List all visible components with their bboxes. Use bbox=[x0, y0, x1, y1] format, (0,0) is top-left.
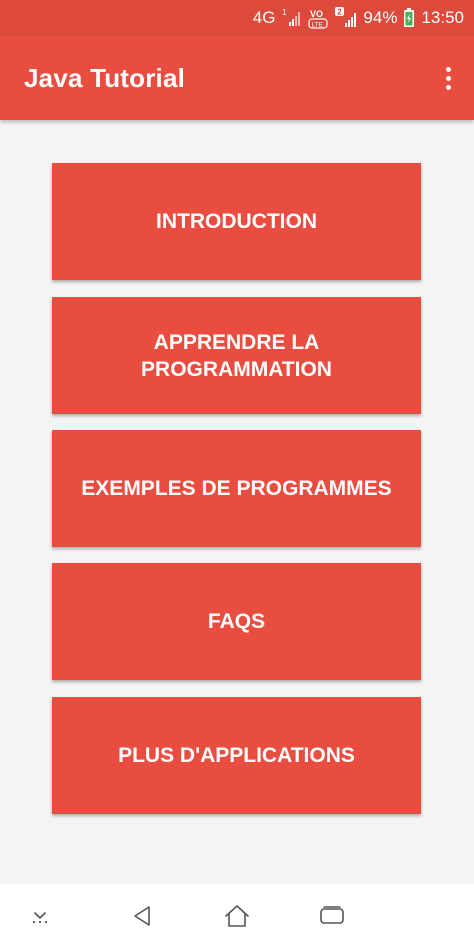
hide-nav-icon[interactable] bbox=[22, 898, 58, 934]
more-apps-button[interactable]: PLUS D'APPLICATIONS bbox=[52, 697, 421, 814]
recents-icon[interactable] bbox=[314, 898, 350, 934]
program-examples-button[interactable]: EXEMPLES DE PROGRAMMES bbox=[52, 430, 421, 547]
svg-text:LTE: LTE bbox=[312, 22, 324, 29]
sim1-label: 1 bbox=[282, 8, 287, 17]
system-nav-bar bbox=[0, 884, 474, 948]
network-type: 4G bbox=[252, 8, 276, 27]
faqs-button[interactable]: FAQS bbox=[52, 563, 421, 680]
sim2-label: 2 bbox=[338, 8, 343, 17]
status-icons: 4G 1 VO LTE 2 94% 13:50 bbox=[253, 0, 464, 36]
battery-percent: 94% bbox=[363, 8, 398, 27]
battery-charging-icon bbox=[403, 8, 415, 28]
introduction-button[interactable]: INTRODUCTION bbox=[52, 163, 421, 280]
signal-sim1-icon: 1 bbox=[281, 8, 301, 28]
volte-icon: VO LTE bbox=[307, 6, 329, 30]
svg-text:VO: VO bbox=[310, 9, 323, 19]
signal-sim2-icon: 2 bbox=[335, 7, 357, 29]
back-icon[interactable] bbox=[124, 898, 160, 934]
more-vert-icon[interactable] bbox=[436, 60, 460, 96]
status-bar: 4G 1 VO LTE 2 94% 13:50 bbox=[0, 0, 474, 36]
learn-programming-button[interactable]: APPRENDRE LA PROGRAMMATION bbox=[52, 297, 421, 414]
app-bar: Java Tutorial bbox=[0, 36, 474, 120]
main-content: INTRODUCTION APPRENDRE LA PROGRAMMATION … bbox=[0, 120, 474, 884]
clock: 13:50 bbox=[421, 8, 464, 27]
home-icon[interactable] bbox=[219, 898, 255, 934]
app-title: Java Tutorial bbox=[24, 63, 186, 93]
